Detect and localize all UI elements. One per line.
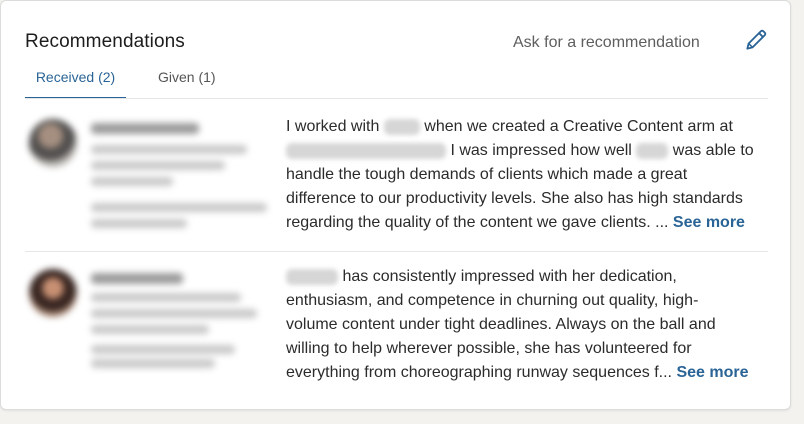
text-segment: I was impressed how well: [450, 142, 632, 159]
redacted-name: [636, 142, 669, 159]
tab-received-label: Received (2): [35, 69, 116, 85]
pencil-icon[interactable]: [743, 27, 769, 53]
text-line: volume content under tight deadlines. Al…: [286, 316, 716, 333]
avatar: [29, 119, 77, 167]
text-segment: regarding the quality of the content we …: [286, 214, 669, 231]
text-segment: has consistently impressed with her dedi…: [342, 268, 677, 285]
recommender-info-redacted: [25, 255, 275, 395]
recommendation-item: has consistently impressed with her dedi…: [25, 255, 768, 405]
recommendation-text: has consistently impressed with her dedi…: [286, 265, 766, 385]
ask-for-recommendation-link[interactable]: Ask for a recommendation: [513, 34, 700, 52]
see-more-link[interactable]: See more: [676, 364, 748, 381]
text-segment: I worked with: [286, 118, 380, 135]
tab-received[interactable]: Received (2): [25, 69, 126, 99]
text-line: difference to our productivity levels. S…: [286, 190, 743, 207]
text-segment: everything from choreographing runway se…: [286, 364, 672, 381]
tab-given-label: Given (1): [158, 69, 216, 85]
redacted-name: [383, 118, 420, 135]
section-title: Recommendations: [25, 31, 185, 52]
text-segment: was able to: [672, 142, 754, 159]
text-line: willing to help wherever possible, she h…: [286, 340, 692, 357]
recommendation-item: I worked with when we created a Creative…: [25, 105, 768, 251]
text-line: enthusiasm, and competence in churning o…: [286, 292, 699, 309]
recommendation-divider: [25, 251, 768, 252]
recommender-info-redacted: [25, 105, 275, 245]
recommendations-card: Recommendations Ask for a recommendation…: [0, 0, 791, 410]
recommendation-text: I worked with when we created a Creative…: [286, 115, 766, 235]
text-line: handle the tough demands of clients whic…: [286, 166, 688, 183]
redacted-company: [286, 142, 446, 159]
see-more-link[interactable]: See more: [673, 214, 745, 231]
text-segment: when we created a Creative Content arm a…: [424, 118, 733, 135]
tab-given[interactable]: Given (1): [158, 69, 216, 99]
redacted-name: [286, 268, 338, 285]
tab-divider: [25, 98, 768, 99]
avatar: [29, 269, 77, 317]
